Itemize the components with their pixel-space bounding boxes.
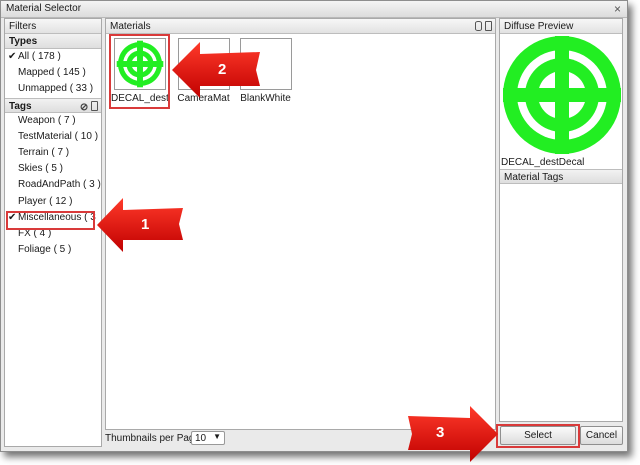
tag-filter-item-label: Foliage ( 5 ): [18, 244, 72, 256]
callout-number-2: 2: [218, 61, 227, 78]
tags-list: Weapon ( 7 ) TestMaterial ( 10 ) Terrain (…: [5, 113, 101, 259]
tag-filter-item[interactable]: RoadAndPath ( 3 ): [5, 177, 101, 193]
close-icon[interactable]: ×: [614, 2, 621, 16]
per-page-value: 10: [195, 433, 207, 444]
misc-tag-highlight: [6, 211, 95, 230]
types-list: ✔ All ( 178 ) Mapped ( 145 ) Unmapped ( 33 …: [5, 49, 101, 98]
document-icon[interactable]: [485, 21, 492, 31]
type-filter-item-label: All ( 178 ): [18, 51, 61, 62]
preview-panel: Diffuse Preview DECAL_destDecal Material…: [499, 18, 623, 422]
decal-thumb-highlight: [109, 34, 170, 109]
callout-number-3: 3: [436, 424, 445, 441]
filters-panel: Filters Types ✔ All ( 178 ) Mapped ( 145 )…: [4, 18, 102, 447]
types-header: Types: [5, 34, 101, 49]
target-decal-icon: [503, 36, 621, 154]
materials-header-label: Materials: [110, 21, 151, 32]
callout-arrow-2: 2: [172, 42, 262, 98]
tag-filter-item-label: Player ( 12 ): [18, 195, 73, 207]
per-page-label: Thumbnails per Page:: [105, 433, 203, 444]
callout-number-1: 1: [141, 216, 150, 233]
type-filter-item-label: Unmapped ( 33 ): [18, 83, 94, 95]
chevron-down-icon: ▼: [213, 432, 221, 441]
tag-filter-item-label: Terrain ( 7 ): [18, 146, 70, 158]
tag-filter-item-label: TestMaterial ( 10 ): [18, 130, 99, 142]
window-title: Material Selector: [6, 3, 82, 14]
type-filter-item[interactable]: ✔ All ( 178 ): [5, 49, 101, 65]
callout-arrow-3: 3: [402, 406, 498, 462]
tag-filter-item-label: Weapon ( 7 ): [18, 114, 76, 126]
checkmark-icon: ✔: [8, 51, 17, 62]
tag-filter-item[interactable]: Player ( 12 ): [5, 194, 101, 210]
cylinder-icon[interactable]: [475, 21, 483, 31]
tag-filter-item[interactable]: Foliage ( 5 ): [5, 242, 101, 258]
type-filter-item[interactable]: Unmapped ( 33 ): [5, 81, 101, 97]
clear-filter-icon[interactable]: ⊘: [80, 102, 88, 113]
tags-header-label: Tags: [9, 100, 32, 112]
preview-header: Diffuse Preview: [500, 19, 622, 34]
tag-filter-item-label: Skies ( 5 ): [18, 163, 64, 175]
materials-header: Materials: [106, 19, 495, 34]
cancel-button[interactable]: Cancel: [580, 426, 623, 445]
tag-filter-item[interactable]: Terrain ( 7 ): [5, 145, 101, 161]
diffuse-preview-image: [503, 36, 621, 154]
type-filter-item[interactable]: Mapped ( 145 ): [5, 65, 101, 81]
title-bar: Material Selector ×: [1, 1, 627, 18]
tags-header: Tags ⊘: [5, 97, 101, 113]
tag-filter-item[interactable]: Skies ( 5 ): [5, 161, 101, 177]
callout-arrow-1: 1: [97, 198, 185, 252]
materials-header-icons: [475, 20, 492, 35]
tag-file-icon[interactable]: [91, 100, 98, 111]
tag-filter-item[interactable]: TestMaterial ( 10 ): [5, 129, 101, 145]
select-button-highlight: [496, 424, 580, 448]
filters-header: Filters: [5, 19, 101, 34]
tag-filter-item-label: RoadAndPath ( 3 ): [18, 179, 101, 191]
material-tags-header: Material Tags: [500, 169, 622, 184]
per-page-select[interactable]: 10 ▼: [191, 431, 225, 445]
type-filter-item-label: Mapped ( 145 ): [18, 67, 86, 79]
preview-name: DECAL_destDecal: [501, 157, 585, 168]
tag-filter-item[interactable]: Weapon ( 7 ): [5, 113, 101, 129]
